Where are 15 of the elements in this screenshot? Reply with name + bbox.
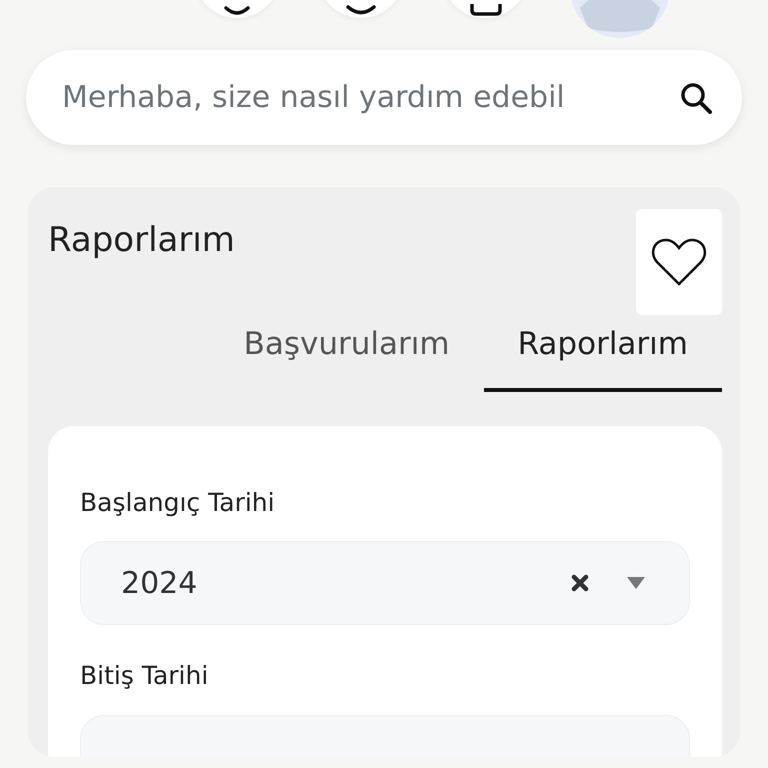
tab[interactable]: Başvurularım (210, 311, 484, 392)
search-field[interactable]: Merhaba, size nasıl yardım edebil (26, 50, 742, 145)
search-icon[interactable] (680, 82, 712, 114)
field-label: Bitiş Tarihi (80, 660, 208, 692)
panel-title: Raporlarım (48, 219, 235, 262)
favorite-button[interactable] (636, 209, 722, 315)
heart-icon (651, 237, 707, 287)
clear-icon[interactable] (571, 574, 589, 592)
dropdown-caret-icon[interactable] (627, 577, 645, 589)
field-label: Başlangıç Tarihi (80, 486, 275, 518)
tab[interactable]: Raporlarım (484, 311, 722, 392)
partial-icon (470, 4, 502, 16)
partial-icon (346, 4, 378, 16)
search-input[interactable]: Merhaba, size nasıl yardım edebil (60, 74, 680, 121)
year-select[interactable]: 2024 (80, 541, 690, 625)
